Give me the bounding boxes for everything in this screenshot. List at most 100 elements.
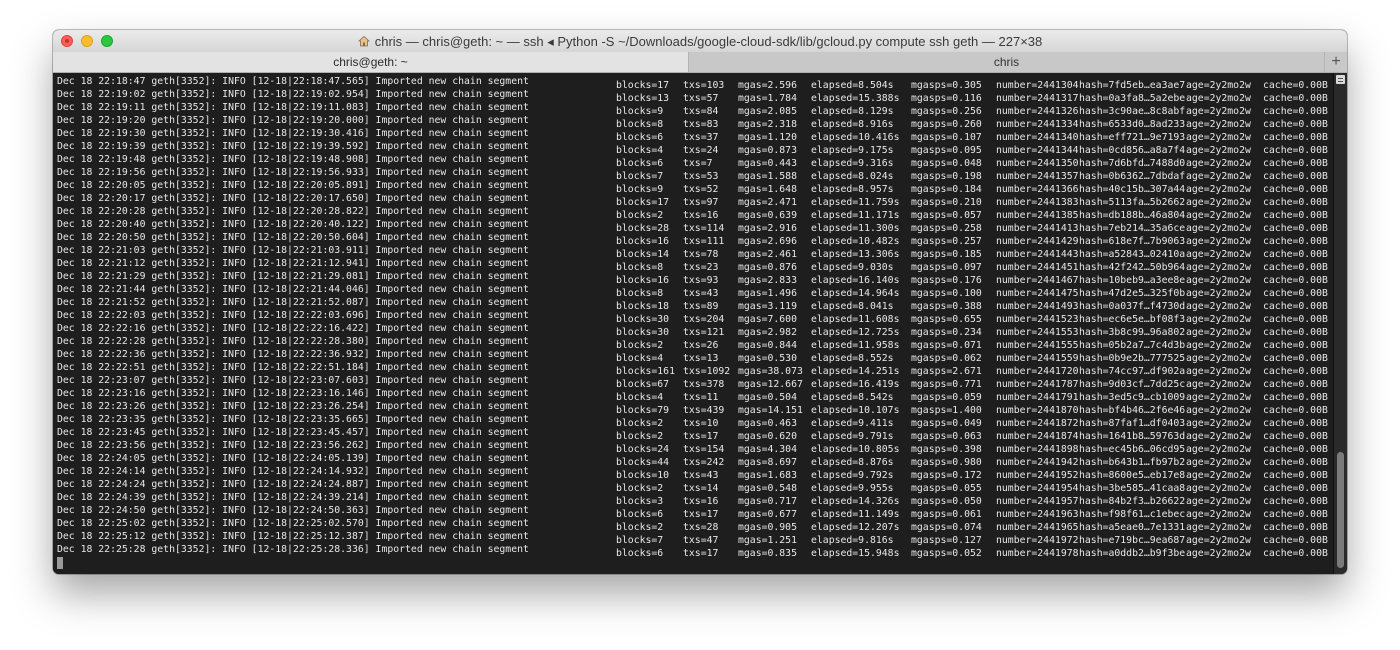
- log-line: Dec 18 22:23:26 geth[3352]: INFO [12-18|…: [57, 400, 1334, 416]
- log-line: Dec 18 22:19:20 geth[3352]: INFO [12-18|…: [57, 114, 1334, 130]
- log-line: Dec 18 22:21:52 geth[3352]: INFO [12-18|…: [57, 296, 1334, 312]
- log-prefix: geth[3352]: INFO: [151, 466, 246, 477]
- log-line: Dec 18 22:22:36 geth[3352]: INFO [12-18|…: [57, 348, 1334, 364]
- log-line: Dec 18 22:21:29 geth[3352]: INFO [12-18|…: [57, 270, 1334, 286]
- log-line: Dec 18 22:19:56 geth[3352]: INFO [12-18|…: [57, 166, 1334, 182]
- log-prefix: geth[3352]: INFO: [151, 297, 246, 308]
- log-timestamp-bracket: [12-18|22:24:14.932]: [251, 466, 370, 477]
- log-message: Imported new chain segment: [375, 336, 529, 347]
- log-timestamp-bracket: [12-18|22:22:03.696]: [251, 310, 370, 321]
- terminal-scrollbar[interactable]: [1333, 73, 1347, 574]
- log-timestamp-bracket: [12-18|22:20:17.650]: [251, 193, 370, 204]
- window-title-text: chris — chris@geth: ~ — ssh ◂ Python -S …: [374, 34, 1043, 49]
- log-line: Dec 18 22:23:56 geth[3352]: INFO [12-18|…: [57, 439, 1334, 455]
- log-prefix: geth[3352]: INFO: [151, 102, 246, 113]
- log-line: Dec 18 22:23:35 geth[3352]: INFO [12-18|…: [57, 413, 1334, 429]
- log-timestamp: Dec 18 22:24:50: [57, 505, 146, 516]
- log-prefix: geth[3352]: INFO: [151, 401, 246, 412]
- log-timestamp-bracket: [12-18|22:18:47.565]: [251, 76, 370, 87]
- scrollbar-thumb[interactable]: [1337, 452, 1344, 568]
- log-txs: txs=17: [683, 548, 719, 559]
- log-message: Imported new chain segment: [375, 518, 529, 529]
- log-timestamp-bracket: [12-18|22:24:05.139]: [251, 453, 370, 464]
- log-timestamp: Dec 18 22:23:45: [57, 427, 146, 438]
- log-timestamp-bracket: [12-18|22:25:12.387]: [251, 531, 370, 542]
- log-timestamp: Dec 18 22:25:02: [57, 518, 146, 529]
- tab-chris[interactable]: chris: [689, 52, 1325, 72]
- log-prefix: geth[3352]: INFO: [151, 193, 246, 204]
- log-timestamp: Dec 18 22:22:51: [57, 362, 146, 373]
- log-timestamp: Dec 18 22:21:44: [57, 284, 146, 295]
- log-message: Imported new chain segment: [375, 492, 529, 503]
- log-timestamp: Dec 18 22:24:05: [57, 453, 146, 464]
- log-timestamp: Dec 18 22:23:16: [57, 388, 146, 399]
- log-prefix: geth[3352]: INFO: [151, 219, 246, 230]
- log-timestamp: Dec 18 22:19:11: [57, 102, 146, 113]
- log-timestamp: Dec 18 22:25:12: [57, 531, 146, 542]
- log-message: Imported new chain segment: [375, 271, 529, 282]
- log-timestamp: Dec 18 22:25:28: [57, 544, 146, 555]
- log-prefix: geth[3352]: INFO: [151, 128, 246, 139]
- tab-chris-geth[interactable]: chris@geth: ~: [53, 52, 689, 72]
- log-prefix: geth[3352]: INFO: [151, 479, 246, 490]
- log-message: Imported new chain segment: [375, 427, 529, 438]
- log-message: Imported new chain segment: [375, 544, 529, 555]
- log-prefix: geth[3352]: INFO: [151, 271, 246, 282]
- log-timestamp: Dec 18 22:23:35: [57, 414, 146, 425]
- log-timestamp: Dec 18 22:20:17: [57, 193, 146, 204]
- log-message: Imported new chain segment: [375, 323, 529, 334]
- log-timestamp: Dec 18 22:22:36: [57, 349, 146, 360]
- log-line: Dec 18 22:20:17 geth[3352]: INFO [12-18|…: [57, 192, 1334, 208]
- scrollbar-menu-icon[interactable]: [1336, 75, 1345, 84]
- new-tab-button[interactable]: +: [1325, 52, 1347, 72]
- log-timestamp-bracket: [12-18|22:22:36.932]: [251, 349, 370, 360]
- log-message: Imported new chain segment: [375, 128, 529, 139]
- log-line: Dec 18 22:20:50 geth[3352]: INFO [12-18|…: [57, 231, 1334, 247]
- log-timestamp-bracket: [12-18|22:20:28.822]: [251, 206, 370, 217]
- log-timestamp: Dec 18 22:19:56: [57, 167, 146, 178]
- log-timestamp-bracket: [12-18|22:24:24.887]: [251, 479, 370, 490]
- log-prefix: geth[3352]: INFO: [151, 453, 246, 464]
- log-line: Dec 18 22:22:28 geth[3352]: INFO [12-18|…: [57, 335, 1334, 351]
- log-timestamp-bracket: [12-18|22:22:16.422]: [251, 323, 370, 334]
- log-timestamp-bracket: [12-18|22:19:56.933]: [251, 167, 370, 178]
- log-prefix: geth[3352]: INFO: [151, 531, 246, 542]
- log-mgas: mgas=0.835: [738, 548, 797, 559]
- log-message: Imported new chain segment: [375, 401, 529, 412]
- log-timestamp: Dec 18 22:22:03: [57, 310, 146, 321]
- log-message: Imported new chain segment: [375, 362, 529, 373]
- terminal-output[interactable]: Dec 18 22:18:47 geth[3352]: INFO [12-18|…: [53, 73, 1334, 574]
- log-age: age=2y2mo2w: [1186, 548, 1251, 559]
- log-prefix: geth[3352]: INFO: [151, 349, 246, 360]
- log-message: Imported new chain segment: [375, 206, 529, 217]
- log-timestamp-bracket: [12-18|22:20:05.891]: [251, 180, 370, 191]
- log-prefix: geth[3352]: INFO: [151, 323, 246, 334]
- log-timestamp-bracket: [12-18|22:24:50.363]: [251, 505, 370, 516]
- log-message: Imported new chain segment: [375, 115, 529, 126]
- log-timestamp-bracket: [12-18|22:21:03.911]: [251, 245, 370, 256]
- log-timestamp-bracket: [12-18|22:24:39.214]: [251, 492, 370, 503]
- log-line: Dec 18 22:19:11 geth[3352]: INFO [12-18|…: [57, 101, 1334, 117]
- log-line: Dec 18 22:23:45 geth[3352]: INFO [12-18|…: [57, 426, 1334, 442]
- log-mgasps: mgasps=0.052: [911, 548, 982, 559]
- log-prefix: geth[3352]: INFO: [151, 310, 246, 321]
- log-message: Imported new chain segment: [375, 232, 529, 243]
- log-prefix: geth[3352]: INFO: [151, 180, 246, 191]
- log-timestamp: Dec 18 22:18:47: [57, 76, 146, 87]
- log-timestamp-bracket: [12-18|22:25:28.336]: [251, 544, 370, 555]
- log-prefix: geth[3352]: INFO: [151, 206, 246, 217]
- log-message: Imported new chain segment: [375, 453, 529, 464]
- tab-bar: chris@geth: ~ chris +: [53, 52, 1347, 73]
- log-line: Dec 18 22:21:03 geth[3352]: INFO [12-18|…: [57, 244, 1334, 260]
- log-line: Dec 18 22:22:16 geth[3352]: INFO [12-18|…: [57, 322, 1334, 338]
- log-line: Dec 18 22:20:40 geth[3352]: INFO [12-18|…: [57, 218, 1334, 234]
- log-timestamp: Dec 18 22:21:29: [57, 271, 146, 282]
- log-timestamp-bracket: [12-18|22:20:40.122]: [251, 219, 370, 230]
- log-prefix: geth[3352]: INFO: [151, 518, 246, 529]
- log-prefix: geth[3352]: INFO: [151, 115, 246, 126]
- log-message: Imported new chain segment: [375, 505, 529, 516]
- title-bar: chris — chris@geth: ~ — ssh ◂ Python -S …: [53, 30, 1347, 53]
- log-blocks: blocks=6: [616, 548, 664, 559]
- log-header: Dec 18 22:25:28 geth[3352]: INFO [12-18|…: [57, 543, 616, 560]
- log-message: Imported new chain segment: [375, 375, 529, 386]
